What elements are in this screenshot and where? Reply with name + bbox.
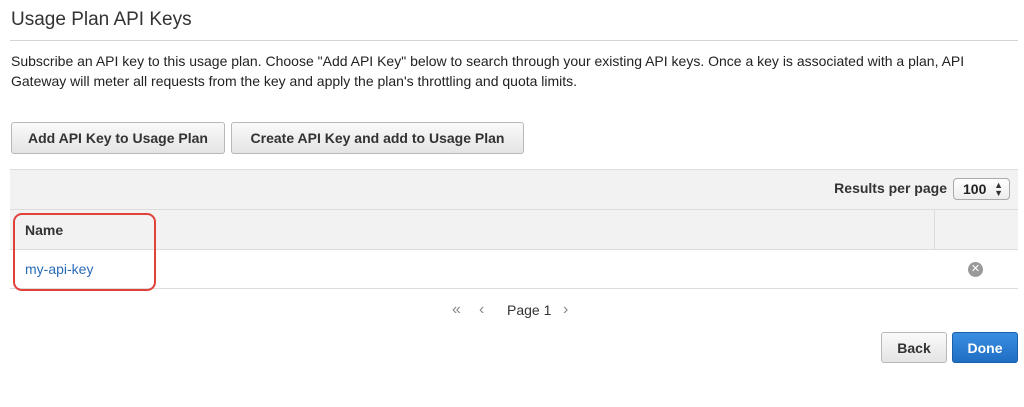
results-per-page-select[interactable]: 100 ▲ ▼ [953, 178, 1010, 200]
api-keys-table: Results per page 100 ▲ ▼ Name my-api-key … [10, 169, 1018, 289]
table-toolbar: Results per page 100 ▲ ▼ [10, 169, 1018, 210]
results-per-page-label: Results per page [834, 180, 947, 196]
first-page-icon[interactable]: « [452, 301, 461, 319]
select-arrows-icon: ▲ ▼ [994, 180, 1003, 198]
add-api-key-button[interactable]: Add API Key to Usage Plan [11, 122, 225, 154]
back-button[interactable]: Back [881, 332, 947, 363]
highlight-annotation [13, 213, 156, 291]
pagination: « ‹ Page 1 › [0, 301, 1024, 321]
remove-icon[interactable]: ✕ [968, 262, 983, 277]
done-button[interactable]: Done [952, 332, 1018, 363]
previous-page-icon[interactable]: ‹ [479, 301, 484, 319]
title-divider [10, 40, 1018, 41]
create-api-key-button[interactable]: Create API Key and add to Usage Plan [231, 122, 524, 154]
page-description: Subscribe an API key to this usage plan.… [11, 53, 965, 89]
table-header: Name [10, 210, 1018, 250]
page-title: Usage Plan API Keys [11, 9, 192, 30]
results-per-page-value: 100 [963, 181, 987, 197]
table-row: my-api-key ✕ [10, 250, 1018, 289]
column-divider [934, 210, 935, 249]
page-indicator: Page 1 [507, 302, 552, 318]
next-page-icon[interactable]: › [563, 301, 568, 319]
